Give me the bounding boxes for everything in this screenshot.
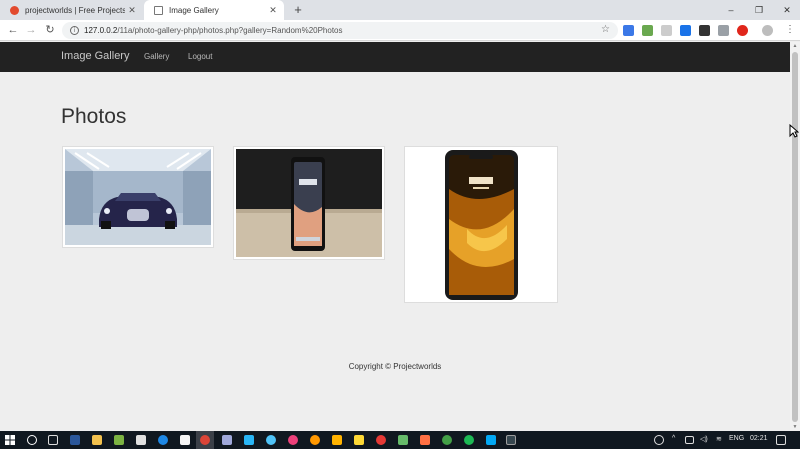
- site-brand[interactable]: Image Gallery: [61, 50, 129, 62]
- projectworlds-favicon-icon: [10, 5, 19, 15]
- people-icon[interactable]: [654, 435, 664, 445]
- page-scrollbar[interactable]: ▲ ▼: [790, 42, 800, 431]
- firefox-icon[interactable]: [310, 435, 320, 445]
- cortana-search-icon[interactable]: [27, 435, 37, 445]
- restore-button[interactable]: ❐: [744, 0, 774, 20]
- opera-icon[interactable]: [737, 25, 748, 36]
- tab-strip: projectworlds | Free Projects and ✕ Imag…: [0, 0, 800, 20]
- new-tab-button[interactable]: +: [290, 2, 306, 17]
- tab-title: Image Gallery: [169, 5, 219, 15]
- browser-toolbar: ← → ↻ i 127.0.0.2/11a/photo-gallery-php/…: [0, 20, 800, 41]
- app-icon[interactable]: [288, 435, 298, 445]
- profile-avatar-icon[interactable]: [762, 25, 773, 36]
- nav-logout-link[interactable]: Logout: [188, 52, 212, 61]
- app-icon[interactable]: [332, 435, 342, 445]
- address-bar[interactable]: i 127.0.0.2/11a/photo-gallery-php/photos…: [62, 22, 618, 39]
- edge-icon[interactable]: [158, 435, 168, 445]
- word-icon[interactable]: [70, 435, 80, 445]
- extension-icon[interactable]: [661, 25, 672, 36]
- extension-icon[interactable]: [718, 25, 729, 36]
- page-title: Photos: [61, 105, 127, 128]
- chrome-icon[interactable]: [200, 435, 210, 445]
- photo-thumbnail-phone-table[interactable]: [233, 146, 385, 260]
- app-icon[interactable]: [354, 435, 364, 445]
- photo-thumbnail-phone-front[interactable]: [404, 146, 558, 303]
- footer-copyright: Copyright © Projectworlds: [348, 362, 442, 371]
- app-icon[interactable]: [420, 435, 430, 445]
- task-view-icon[interactable]: [48, 435, 58, 445]
- minimize-button[interactable]: –: [716, 0, 746, 20]
- clock[interactable]: 02:21: [750, 435, 768, 442]
- wifi-icon[interactable]: ≋: [716, 435, 722, 443]
- tray-chevron-icon[interactable]: ^: [672, 435, 675, 442]
- spotify-icon[interactable]: [464, 435, 474, 445]
- file-explorer-icon[interactable]: [92, 435, 102, 445]
- scroll-down-icon[interactable]: ▼: [790, 424, 800, 430]
- phone-table-photo: [236, 149, 382, 257]
- phone-front-photo: [407, 149, 555, 300]
- reload-button[interactable]: ↻: [43, 23, 57, 37]
- close-tab-icon[interactable]: ✕: [266, 5, 280, 16]
- back-button[interactable]: ←: [6, 23, 20, 37]
- photo-thumbnail-car[interactable]: [62, 146, 214, 248]
- bookmark-star-icon[interactable]: ☆: [601, 24, 610, 35]
- scroll-up-icon[interactable]: ▲: [790, 43, 800, 49]
- app-icon[interactable]: [398, 435, 408, 445]
- notifications-icon[interactable]: [776, 435, 786, 445]
- windows-taskbar: ^ ◁) ≋ ENG 02:21: [0, 431, 800, 449]
- store-icon[interactable]: [180, 435, 190, 445]
- extension-icon[interactable]: [680, 25, 691, 36]
- site-navbar: Image Gallery Gallery Logout: [0, 42, 790, 72]
- url-path: /11a/photo-gallery-php/photos.php?galler…: [117, 26, 343, 35]
- extension-icon[interactable]: [699, 25, 710, 36]
- network-icon[interactable]: [685, 436, 694, 444]
- page-viewport: Image Gallery Gallery Logout Photos Copy…: [0, 42, 790, 431]
- app-icon[interactable]: [266, 435, 276, 445]
- opera-icon[interactable]: [376, 435, 386, 445]
- car-photo: [65, 149, 211, 245]
- forward-button[interactable]: →: [24, 23, 38, 37]
- language-indicator[interactable]: ENG: [729, 435, 744, 442]
- nav-gallery-link[interactable]: Gallery: [144, 52, 169, 61]
- volume-icon[interactable]: ◁): [700, 435, 708, 443]
- extension-icon[interactable]: [642, 25, 653, 36]
- terminal-icon[interactable]: [506, 435, 516, 445]
- tab-image-gallery[interactable]: Image Gallery ✕: [144, 0, 284, 20]
- mouse-cursor-icon: [789, 124, 799, 138]
- windows-start-icon[interactable]: [5, 435, 15, 445]
- close-tab-icon[interactable]: ✕: [125, 5, 139, 16]
- close-window-button[interactable]: ✕: [772, 0, 800, 20]
- site-info-icon[interactable]: i: [70, 26, 79, 35]
- tab-projectworlds[interactable]: projectworlds | Free Projects and ✕: [0, 0, 143, 20]
- browser-menu-icon[interactable]: ⋮: [785, 24, 795, 36]
- app-icon[interactable]: [222, 435, 232, 445]
- app-icon[interactable]: [244, 435, 254, 445]
- app-icon[interactable]: [442, 435, 452, 445]
- scrollbar-thumb[interactable]: [792, 52, 798, 422]
- tab-title: projectworlds | Free Projects and: [25, 5, 125, 15]
- app-icon[interactable]: [486, 435, 496, 445]
- mail-icon[interactable]: [136, 435, 146, 445]
- extension-icon[interactable]: [623, 25, 634, 36]
- url-host: 127.0.0.2: [84, 26, 118, 35]
- page-favicon-icon: [154, 5, 163, 15]
- app-icon[interactable]: [114, 435, 124, 445]
